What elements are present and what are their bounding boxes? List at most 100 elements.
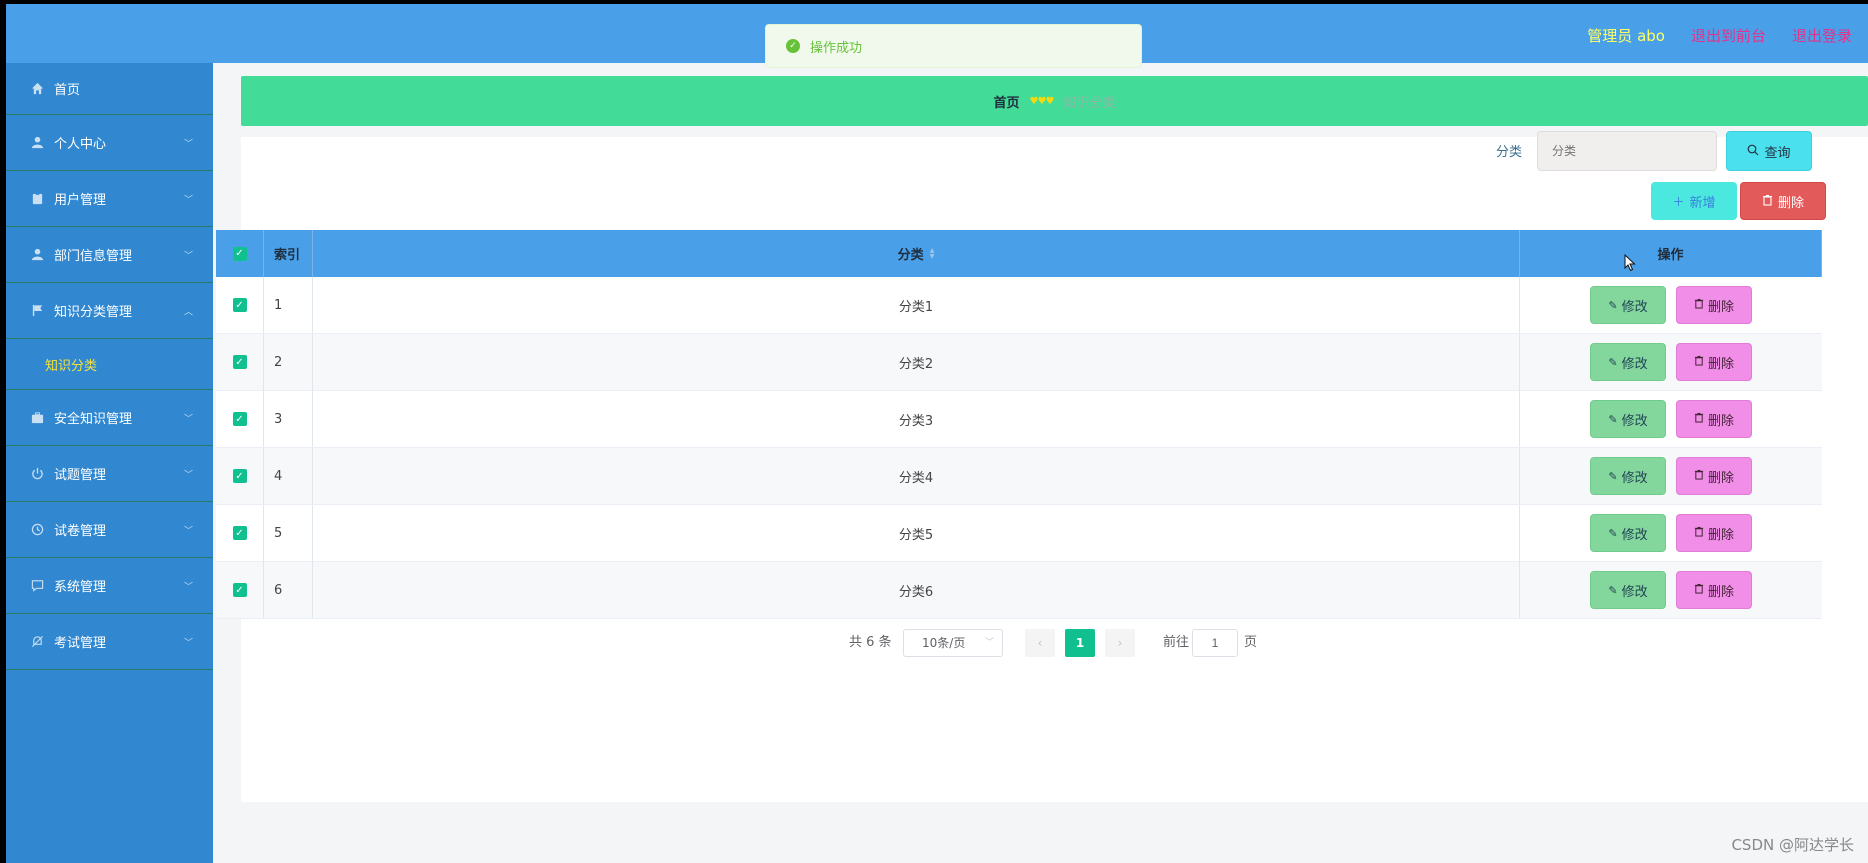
clock-icon [30, 523, 44, 537]
edit-icon: ✎ [1608, 583, 1618, 597]
sidebar-item-safety-knowledge[interactable]: 安全知识管理 ﹀ [6, 390, 213, 446]
search-label: 分类 [1496, 145, 1523, 160]
search-icon [1747, 144, 1759, 159]
row-operations: ✎ 修改 删除 [1520, 334, 1822, 390]
prev-page-button[interactable]: ‹ [1025, 629, 1055, 657]
row-index: 5 [264, 505, 313, 561]
sidebar-item-department[interactable]: 部门信息管理 ﹀ [6, 227, 213, 283]
chat-icon [30, 579, 44, 593]
edit-button[interactable]: ✎ 修改 [1590, 286, 1666, 324]
edit-button[interactable]: ✎ 修改 [1590, 514, 1666, 552]
row-select-cell[interactable]: ✓ [216, 448, 264, 504]
row-select-cell[interactable]: ✓ [216, 505, 264, 561]
breadcrumb-current: 知识分类 [1063, 95, 1116, 111]
table-row: ✓ 2 分类2 ✎ 修改 删除 [216, 334, 1822, 391]
page-size-select[interactable]: 10条/页 ﹀ [903, 629, 1003, 657]
delete-button[interactable]: 删除 [1676, 514, 1752, 552]
sidebar-item-label: 知识分类管理 [54, 305, 133, 320]
logout-link[interactable]: 退出登录 [1792, 25, 1852, 46]
row-operations: ✎ 修改 删除 [1520, 277, 1822, 333]
exit-to-front-link[interactable]: 退出到前台 [1691, 25, 1766, 46]
toast-message: 操作成功 [810, 40, 863, 56]
chevron-up-icon: ︿ [183, 307, 193, 317]
next-page-button[interactable]: › [1105, 629, 1135, 657]
page-size-value: 10条/页 [922, 636, 966, 650]
search-input[interactable] [1537, 131, 1717, 171]
batch-delete-button[interactable]: 删除 [1740, 182, 1826, 220]
row-category: 分类2 [313, 334, 1520, 390]
row-operations: ✎ 修改 删除 [1520, 562, 1822, 618]
table-row: ✓ 3 分类3 ✎ 修改 删除 [216, 391, 1822, 448]
row-index: 1 [264, 277, 313, 333]
sidebar-subitem-knowledge-category[interactable]: 知识分类 [6, 339, 213, 390]
edit-button[interactable]: ✎ 修改 [1590, 343, 1666, 381]
sidebar-item-label: 个人中心 [54, 137, 107, 152]
delete-button[interactable]: 删除 [1676, 286, 1752, 324]
trash-icon [1694, 298, 1704, 312]
sidebar-item-home[interactable]: 首页 [6, 63, 213, 115]
row-index: 2 [264, 334, 313, 390]
row-category: 分类5 [313, 505, 1520, 561]
heart-separator-icon: ♥♥♥ [1029, 95, 1055, 107]
checkbox-checked-icon[interactable]: ✓ [232, 526, 247, 540]
delete-button[interactable]: 删除 [1676, 457, 1752, 495]
sidebar-item-personal-center[interactable]: 个人中心 ﹀ [6, 115, 213, 171]
header-category[interactable]: 分类 ▲ ▼ [313, 230, 1520, 277]
header-select-all[interactable]: ✓ [216, 230, 264, 277]
sidebar-item-exam-management[interactable]: 考试管理 ﹀ [6, 614, 213, 670]
row-index: 4 [264, 448, 313, 504]
chevron-down-icon: ﹀ [183, 195, 193, 205]
checkbox-checked-icon[interactable]: ✓ [232, 298, 247, 312]
goto-page-input[interactable] [1192, 629, 1238, 657]
edit-button[interactable]: ✎ 修改 [1590, 457, 1666, 495]
chevron-down-icon: ﹀ [183, 414, 193, 424]
edit-button[interactable]: ✎ 修改 [1590, 400, 1666, 438]
row-select-cell[interactable]: ✓ [216, 334, 264, 390]
category-table: ✓ 索引 分类 ▲ ▼ 操作 ✓ 1 分类1 ✎ 修改 删除 ✓ 2 分类2 ✎ 修改 删除 ✓ 3 分类3 ✎… [216, 230, 1822, 619]
delete-button[interactable]: 删除 [1676, 343, 1752, 381]
checkbox-checked-icon[interactable]: ✓ [232, 246, 247, 261]
add-button[interactable]: ＋ 新增 [1651, 182, 1737, 220]
header-index: 索引 [264, 230, 313, 277]
clipboard-icon [30, 192, 44, 206]
checkbox-checked-icon[interactable]: ✓ [232, 583, 247, 597]
trash-icon [1694, 526, 1704, 540]
edit-button[interactable]: ✎ 修改 [1590, 571, 1666, 609]
sidebar-item-label: 系统管理 [54, 580, 107, 595]
sidebar-item-system-management[interactable]: 系统管理 ﹀ [6, 558, 213, 614]
table-row: ✓ 1 分类1 ✎ 修改 删除 [216, 277, 1822, 334]
chevron-down-icon: ﹀ [183, 526, 193, 536]
sidebar-item-knowledge-category[interactable]: 知识分类管理 ︿ [6, 283, 213, 339]
sidebar-item-question-management[interactable]: 试题管理 ﹀ [6, 446, 213, 502]
success-toast: ✓ 操作成功 [765, 24, 1142, 68]
delete-button[interactable]: 删除 [1676, 571, 1752, 609]
chevron-right-icon: › [1117, 636, 1123, 650]
checkbox-checked-icon[interactable]: ✓ [232, 412, 247, 426]
row-select-cell[interactable]: ✓ [216, 277, 264, 333]
delete-button[interactable]: 删除 [1676, 400, 1752, 438]
row-category: 分类3 [313, 391, 1520, 447]
edit-icon: ✎ [1608, 355, 1618, 369]
row-select-cell[interactable]: ✓ [216, 391, 264, 447]
chevron-down-icon: ﹀ [984, 638, 994, 648]
sidebar-item-user-management[interactable]: 用户管理 ﹀ [6, 171, 213, 227]
user-icon [30, 248, 44, 262]
sidebar-item-label: 考试管理 [54, 636, 107, 651]
plus-icon: ＋ [1672, 194, 1685, 209]
edit-button-label: 修改 [1621, 470, 1648, 486]
table-row: ✓ 6 分类6 ✎ 修改 删除 [216, 562, 1822, 619]
checkbox-checked-icon[interactable]: ✓ [232, 469, 247, 483]
edit-button-label: 修改 [1621, 413, 1648, 429]
sidebar-item-paper-management[interactable]: 试卷管理 ﹀ [6, 502, 213, 558]
row-select-cell[interactable]: ✓ [216, 562, 264, 618]
edit-button-label: 修改 [1621, 527, 1648, 543]
checkbox-checked-icon[interactable]: ✓ [232, 355, 247, 369]
breadcrumb-home[interactable]: 首页 [994, 92, 1020, 111]
query-button[interactable]: 查询 [1726, 131, 1812, 171]
row-index: 3 [264, 391, 313, 447]
sort-icon[interactable]: ▲ ▼ [930, 247, 935, 260]
briefcase-icon [30, 411, 44, 425]
page-number-button[interactable]: 1 [1065, 629, 1095, 657]
page-unit-label: 页 [1244, 635, 1258, 650]
goto-label: 前往 [1163, 635, 1190, 650]
